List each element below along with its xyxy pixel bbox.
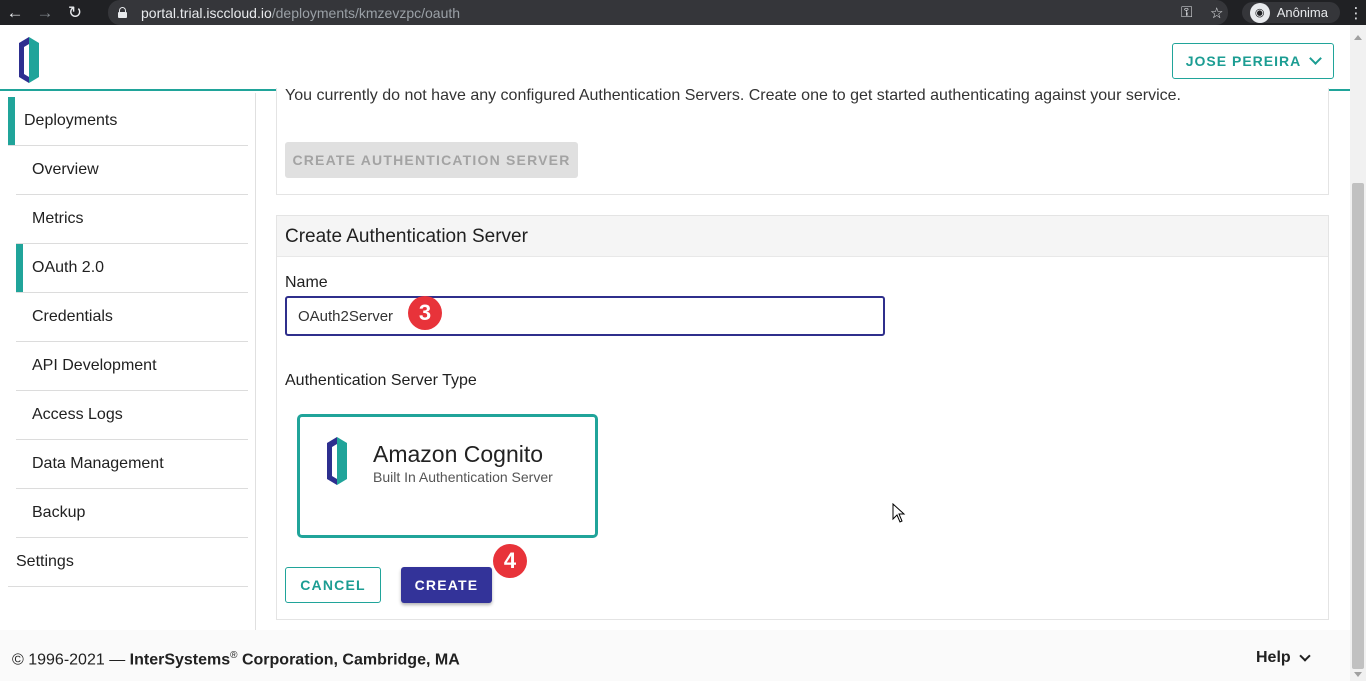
sidebar-item-overview[interactable]: Overview xyxy=(16,146,248,195)
help-menu[interactable]: Help xyxy=(1256,649,1311,667)
forward-icon[interactable]: → xyxy=(30,0,60,25)
user-name: JOSE PEREIRA xyxy=(1185,53,1302,69)
sidebar-item-label: Deployments xyxy=(24,112,118,129)
sidebar-item-metrics[interactable]: Metrics xyxy=(16,195,248,244)
step-badge-4: 4 xyxy=(493,544,527,578)
copyright-text: © 1996-2021 — InterSystems® Corporation,… xyxy=(12,650,460,669)
sidebar-item-deployments[interactable]: Deployments xyxy=(8,97,248,146)
sidebar-item-label: Access Logs xyxy=(32,406,123,423)
address-bar[interactable]: portal.trial.isccloud.io/deployments/kmz… xyxy=(108,0,1228,25)
scroll-thumb[interactable] xyxy=(1352,183,1364,669)
sidebar-item-oauth[interactable]: OAuth 2.0 xyxy=(16,244,248,293)
sidebar-item-settings[interactable]: Settings xyxy=(8,538,248,587)
empty-state-message: You currently do not have any configured… xyxy=(285,87,1181,104)
intersystems-logo xyxy=(19,37,39,83)
sidebar-item-label: Settings xyxy=(16,553,74,570)
sidebar-item-api-development[interactable]: API Development xyxy=(16,342,248,391)
menu-icon[interactable]: ⋮ xyxy=(1346,4,1366,22)
company-name: InterSystems xyxy=(129,651,231,669)
scroll-up-icon[interactable] xyxy=(1354,35,1362,40)
back-icon[interactable]: ← xyxy=(0,0,30,25)
sidebar-item-access-logs[interactable]: Access Logs xyxy=(16,391,248,440)
sidebar-item-label: Metrics xyxy=(32,210,84,227)
create-button[interactable]: CREATE xyxy=(401,567,492,603)
user-menu-button[interactable]: JOSE PEREIRA xyxy=(1172,43,1334,79)
chevron-down-icon xyxy=(1309,52,1323,65)
form-title: Create Authentication Server xyxy=(285,226,528,247)
cognito-logo-icon xyxy=(327,437,347,485)
sidebar-item-label: API Development xyxy=(32,357,157,374)
profile-label: Anônima xyxy=(1276,5,1328,20)
url-host: portal.trial.isccloud.io xyxy=(141,4,272,21)
key-icon[interactable]: ⚿ xyxy=(1172,4,1202,21)
sidebar-item-label: Overview xyxy=(32,161,99,178)
cancel-button[interactable]: CANCEL xyxy=(285,567,381,603)
sidebar-item-label: Credentials xyxy=(32,308,113,325)
sidebar-item-label: Data Management xyxy=(32,455,164,472)
url-path: /deployments/kmzevzpc/oauth xyxy=(271,4,461,21)
chevron-down-icon xyxy=(1299,649,1311,662)
sidebar-item-backup[interactable]: Backup xyxy=(16,489,248,538)
scroll-down-icon[interactable] xyxy=(1354,672,1362,677)
sidebar-item-label: OAuth 2.0 xyxy=(32,259,105,276)
sidebar-item-label: Backup xyxy=(32,504,86,521)
incognito-icon: ◉ xyxy=(1249,2,1270,23)
incognito-profile[interactable]: ◉ Anônima xyxy=(1241,2,1340,23)
create-authentication-server-button[interactable]: CREATE AUTHENTICATION SERVER xyxy=(285,142,578,178)
mouse-cursor-icon xyxy=(892,503,906,523)
reload-icon[interactable]: ↻ xyxy=(60,0,90,25)
sidebar-item-credentials[interactable]: Credentials xyxy=(16,293,248,342)
browser-toolbar: ← → ↻ portal.trial.isccloud.io/deploymen… xyxy=(0,0,1366,25)
server-type-subtitle: Built In Authentication Server xyxy=(373,469,553,485)
lock-icon xyxy=(118,7,127,18)
step-badge-3: 3 xyxy=(408,296,442,330)
sidebar-item-data-management[interactable]: Data Management xyxy=(16,440,248,489)
app-header: JOSE PEREIRA xyxy=(0,25,1350,91)
server-type-title: Amazon Cognito xyxy=(373,441,544,467)
name-label: Name xyxy=(285,274,328,291)
name-input[interactable] xyxy=(285,296,885,336)
star-icon[interactable]: ☆ xyxy=(1202,4,1232,22)
help-label: Help xyxy=(1256,649,1291,666)
server-type-label: Authentication Server Type xyxy=(285,372,477,389)
